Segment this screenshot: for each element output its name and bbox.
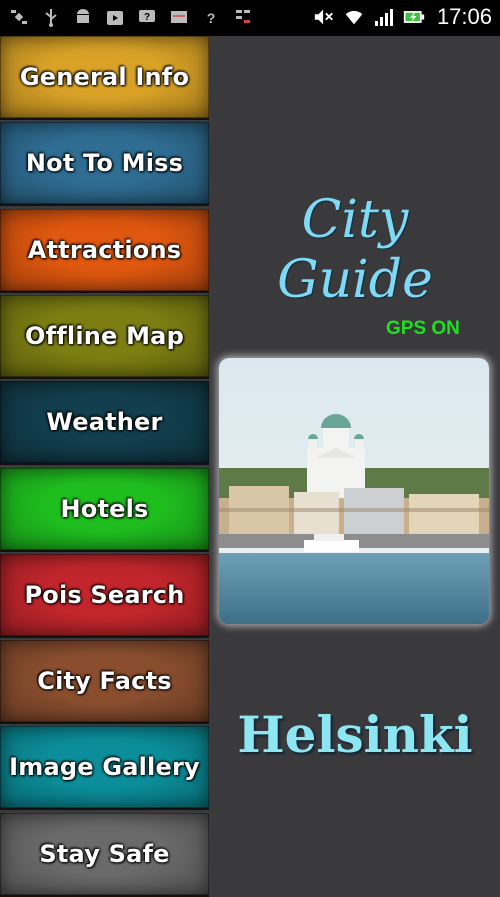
storage-icon <box>168 6 190 28</box>
system-icons: 17:06 <box>313 4 492 30</box>
menu-item-label: Pois Search <box>24 580 185 609</box>
menu-item-label: Not To Miss <box>25 149 184 178</box>
menu-item-offline-map[interactable]: Offline Map <box>0 294 209 379</box>
menu-item-image-gallery[interactable]: Image Gallery <box>0 726 209 811</box>
menu-item-label: Stay Safe <box>39 839 170 868</box>
gps-status: GPS ON <box>386 318 460 339</box>
menu-item-label: Attractions <box>27 235 182 264</box>
menu-item-label: Hotels <box>60 494 149 523</box>
satellite-icon <box>8 6 30 28</box>
status-bar: ? ? 17:06 <box>0 0 500 36</box>
menu-item-attractions[interactable]: Attractions <box>0 208 209 293</box>
menu-item-pois-search[interactable]: Pois Search <box>0 553 209 638</box>
menu-item-label: General Info <box>19 63 190 91</box>
menu-item-hotels[interactable]: Hotels <box>0 467 209 552</box>
menu-item-label: Weather <box>46 408 163 437</box>
menu-item-weather[interactable]: Weather <box>0 381 209 466</box>
menu-item-not-to-miss[interactable]: Not To Miss <box>0 122 209 207</box>
mute-icon <box>313 6 335 28</box>
menu-item-label: Offline Map <box>25 321 184 350</box>
city-name: Helsinki <box>237 705 473 764</box>
svg-text:?: ? <box>144 12 150 23</box>
main-menu: General Info Not To Miss Attractions Offlin… <box>0 36 209 897</box>
app-title: City Guide <box>277 190 433 310</box>
svg-text:?: ? <box>207 10 216 26</box>
clock: 17:06 <box>436 4 492 29</box>
usb-icon <box>40 6 62 28</box>
menu-item-label: Image Gallery <box>9 753 200 782</box>
city-photo <box>219 358 489 624</box>
signal-swap-icon <box>232 6 254 28</box>
wifi-icon <box>343 6 365 28</box>
notification-icons: ? ? <box>8 6 254 28</box>
play-store-icon <box>104 6 126 28</box>
wifi-question-icon: ? <box>200 6 222 28</box>
menu-item-label: City Facts <box>37 667 172 696</box>
cell-signal-icon <box>373 6 395 28</box>
menu-item-general-info[interactable]: General Info <box>0 36 209 120</box>
menu-item-city-facts[interactable]: City Facts <box>0 640 209 725</box>
battery-charging-icon <box>403 6 425 28</box>
menu-item-stay-safe[interactable]: Stay Safe <box>0 812 209 897</box>
android-icon <box>72 6 94 28</box>
help-box-icon: ? <box>136 6 158 28</box>
